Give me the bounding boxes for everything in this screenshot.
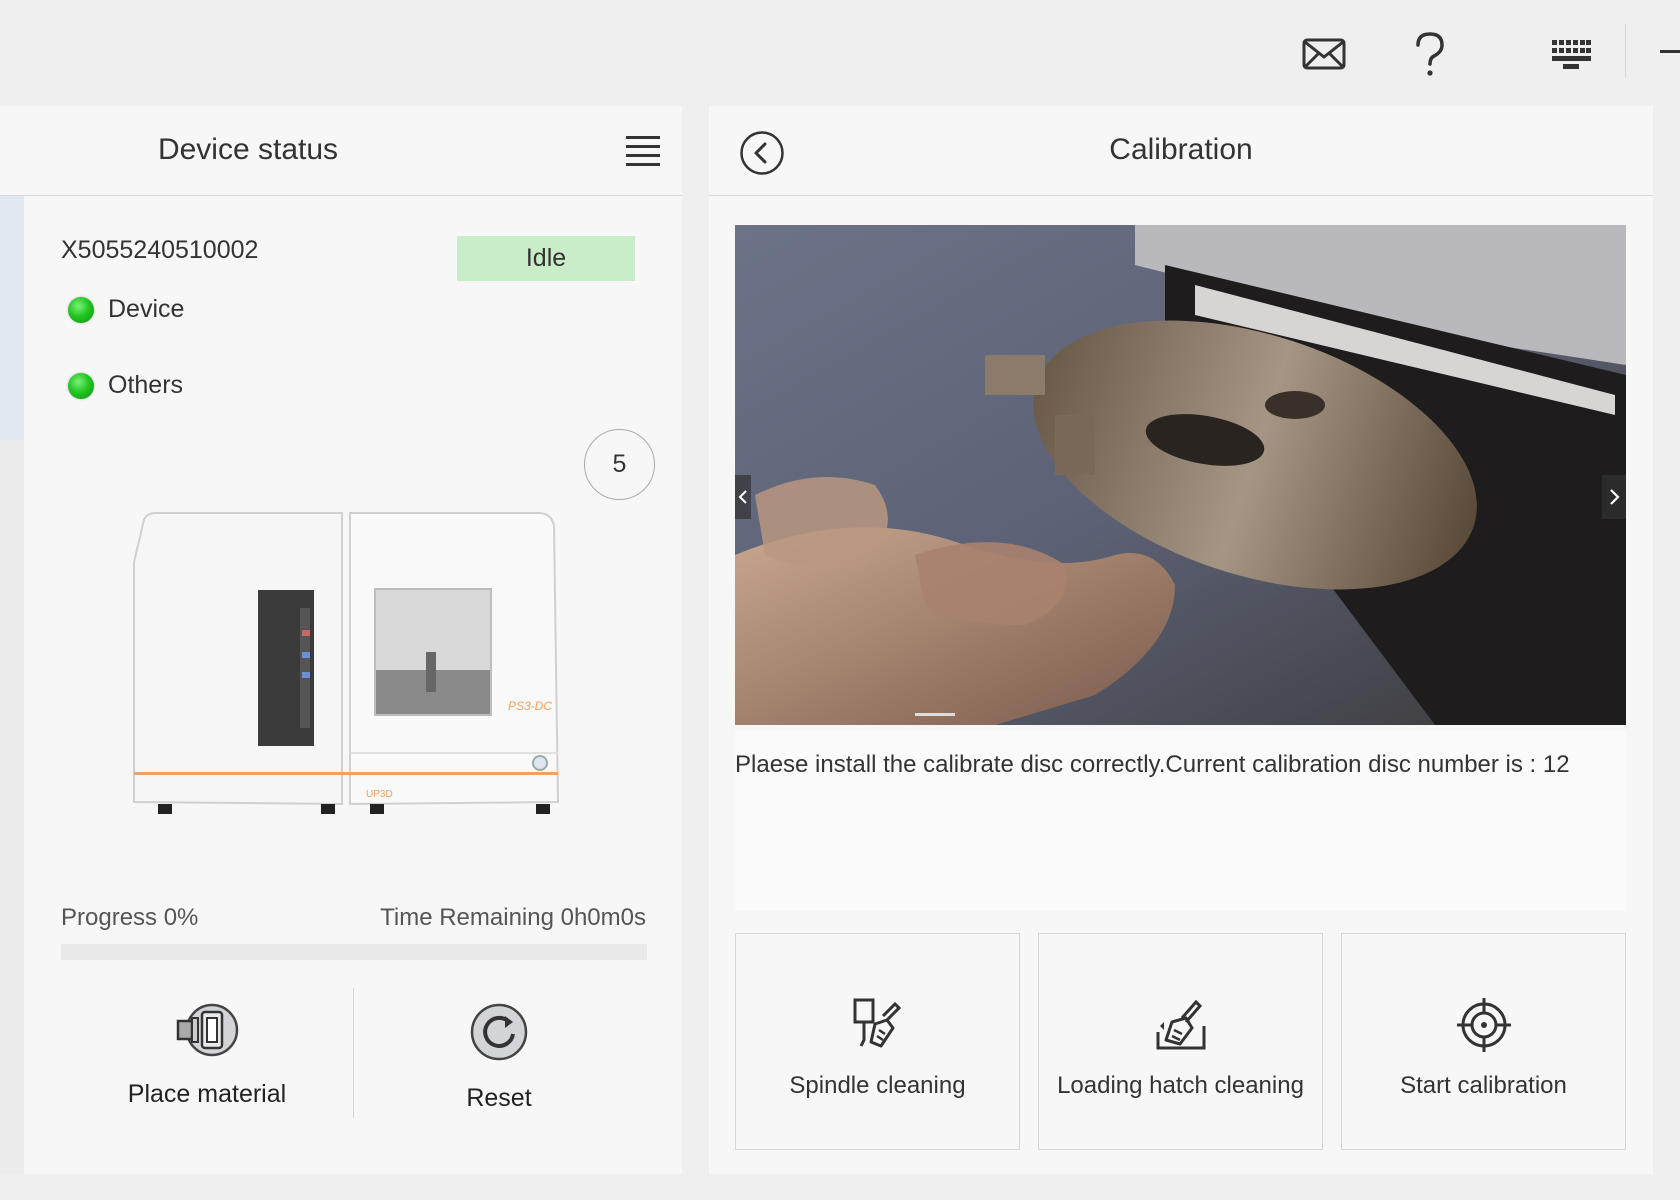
device-serial: X5055240510002 — [61, 236, 259, 264]
count-badge[interactable]: 5 — [584, 429, 655, 500]
mail-icon[interactable] — [1300, 30, 1348, 78]
top-bar — [0, 0, 1680, 106]
reset-icon — [470, 1003, 528, 1061]
top-divider — [1625, 24, 1626, 78]
reset-label: Reset — [466, 1084, 532, 1112]
actions-divider — [353, 988, 354, 1118]
device-status-title: Device status — [157, 133, 339, 166]
place-material-button[interactable]: Place material — [77, 1002, 337, 1109]
start-calibration-label: Start calibration — [1400, 1072, 1567, 1099]
status-dot-icon — [68, 296, 94, 323]
minimize-icon[interactable] — [1660, 50, 1680, 53]
calibration-instruction: Plaese install the calibrate disc correc… — [735, 751, 1570, 778]
spindle-cleaning-button[interactable]: Spindle cleaning — [735, 933, 1020, 1150]
loading-hatch-cleaning-label: Loading hatch cleaning — [1057, 1072, 1304, 1099]
reset-button[interactable]: Reset — [369, 1002, 629, 1113]
calibration-video-frame — [735, 225, 1626, 725]
device-list-strip — [0, 196, 24, 1174]
spindle-cleaning-label: Spindle cleaning — [789, 1072, 966, 1099]
loading-hatch-cleaning-icon — [1156, 999, 1205, 1050]
keyboard-icon[interactable] — [1547, 30, 1595, 78]
help-icon[interactable] — [1406, 30, 1454, 78]
machine-brand: UP3D — [366, 789, 393, 800]
calibration-title: Calibration — [1109, 133, 1253, 166]
spindle-cleaning-icon — [853, 998, 901, 1048]
device-list-item-selected[interactable] — [0, 196, 24, 440]
calibration-video[interactable] — [735, 225, 1626, 725]
device-image: PS3-DC UP3D — [128, 502, 588, 844]
indicator-others: Others — [68, 371, 183, 400]
indicator-device: Device — [68, 295, 184, 324]
video-next-icon[interactable] — [1602, 475, 1626, 519]
start-calibration-button[interactable]: Start calibration — [1341, 933, 1626, 1150]
progress-label: Progress 0% — [61, 904, 199, 931]
menu-icon[interactable] — [624, 132, 662, 170]
calibration-header: Calibration — [709, 106, 1653, 196]
progress-bar — [61, 944, 647, 960]
crosshair-icon — [1456, 998, 1511, 1052]
machine-logo: PS3-DC — [508, 699, 552, 713]
status-badge: Idle — [457, 236, 635, 281]
indicator-label: Others — [108, 371, 184, 399]
place-material-label: Place material — [127, 1080, 287, 1108]
indicator-label: Device — [108, 295, 185, 323]
device-status-panel: Device status X5055240510002 Idle Device… — [0, 106, 682, 1174]
back-icon[interactable] — [739, 130, 785, 176]
time-remaining-label: Time Remaining 0h0m0s — [380, 904, 646, 931]
loading-hatch-cleaning-button[interactable]: Loading hatch cleaning — [1038, 933, 1323, 1150]
video-prev-icon[interactable] — [735, 475, 751, 519]
device-status-header: Device status — [0, 106, 682, 196]
place-material-icon — [176, 1003, 239, 1057]
instruction-box: Plaese install the calibrate disc correc… — [735, 731, 1626, 911]
status-dot-icon — [68, 372, 94, 399]
calibration-panel: Calibration Plaese install the calibrate… — [709, 106, 1653, 1174]
